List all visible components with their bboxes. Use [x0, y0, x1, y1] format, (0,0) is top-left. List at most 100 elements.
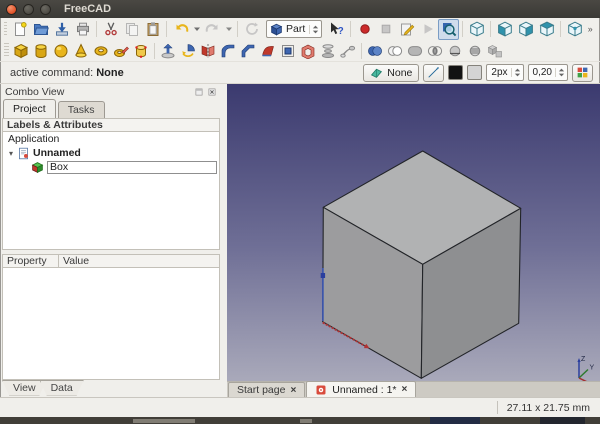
view-isometric-button[interactable]: [564, 19, 585, 40]
offset-button[interactable]: [278, 40, 298, 61]
revolve-button[interactable]: [178, 40, 198, 61]
tree-item-box[interactable]: Box: [3, 160, 219, 174]
macro-play-button[interactable]: [417, 19, 438, 40]
line-color-swatch[interactable]: [448, 65, 463, 80]
maximize-window-button[interactable]: [40, 4, 51, 15]
construction-mode-button[interactable]: [423, 64, 444, 82]
whats-this-button[interactable]: ?: [326, 19, 347, 40]
box-icon: [13, 43, 29, 59]
refresh-button[interactable]: [241, 19, 262, 40]
cross-sections-button[interactable]: [465, 40, 485, 61]
combo-view-tabs: Project Tasks: [3, 100, 107, 118]
property-editor-area[interactable]: [2, 268, 220, 380]
primitives-icon: [113, 43, 129, 59]
overflow-button[interactable]: »: [585, 19, 596, 40]
tab-data[interactable]: Data: [40, 380, 84, 396]
property-column-header[interactable]: Property: [3, 255, 59, 267]
tab-unnamed-document[interactable]: Unnamed : 1* ×: [306, 381, 416, 397]
view-fit-all-button[interactable]: [438, 19, 459, 40]
mirror-button[interactable]: [198, 40, 218, 61]
tree-item-application[interactable]: Application: [3, 132, 219, 146]
close-tab-icon[interactable]: ×: [402, 384, 408, 395]
open-button[interactable]: [30, 19, 51, 40]
working-plane-button[interactable]: None: [363, 64, 419, 82]
font-size-spinner[interactable]: 0,20: [528, 64, 568, 81]
toolbar-drag-handle[interactable]: [4, 22, 7, 37]
macro-edit-button[interactable]: [396, 19, 417, 40]
new-document-icon: [12, 21, 28, 37]
cut-button[interactable]: [100, 19, 121, 40]
fillet-button[interactable]: [218, 40, 238, 61]
dock-close-icon[interactable]: [207, 87, 217, 97]
tab-project[interactable]: Project: [3, 99, 56, 118]
view-front-button[interactable]: [494, 19, 515, 40]
thickness-icon: [300, 43, 316, 59]
print-button[interactable]: [72, 19, 93, 40]
save-button[interactable]: [51, 19, 72, 40]
ruled-surface-button[interactable]: [258, 40, 278, 61]
print-icon: [75, 21, 91, 37]
thickness-button[interactable]: [298, 40, 318, 61]
tab-start-page[interactable]: Start page ×: [228, 382, 305, 397]
redo-button[interactable]: [202, 19, 223, 40]
macro-stop-button[interactable]: [375, 19, 396, 40]
dock-header: Combo View: [0, 84, 222, 100]
tree-header: Labels & Attributes: [2, 118, 220, 132]
window-title: FreeCAD: [64, 3, 111, 15]
cylinder-button[interactable]: [31, 40, 51, 61]
sphere-button[interactable]: [51, 40, 71, 61]
tab-view[interactable]: View: [2, 380, 47, 396]
close-tab-icon[interactable]: ×: [290, 385, 296, 396]
view-right-button[interactable]: [515, 19, 536, 40]
toolbar-drag-handle[interactable]: [4, 43, 9, 58]
expander-icon[interactable]: ▾: [9, 149, 17, 158]
paste-button[interactable]: [142, 19, 163, 40]
dimension-readout: 27.11 x 21.75 mm: [507, 402, 590, 414]
tree-item-document[interactable]: ▾ Unnamed: [3, 146, 219, 160]
dropdown-caret-button[interactable]: [223, 19, 234, 40]
workbench-selected-label: Part: [286, 23, 305, 35]
3d-viewport[interactable]: Z Y X: [227, 84, 600, 381]
view-top-button[interactable]: [536, 19, 557, 40]
box-item-focus[interactable]: Box: [47, 161, 217, 174]
tab-tasks[interactable]: Tasks: [58, 101, 105, 118]
close-window-button[interactable]: [6, 4, 17, 15]
undo-button[interactable]: [170, 19, 191, 40]
primitives-button[interactable]: [111, 40, 131, 61]
toolbar-separator: [350, 21, 351, 37]
copy-button[interactable]: [121, 19, 142, 40]
common-button[interactable]: [425, 40, 445, 61]
font-size-arrows[interactable]: [555, 68, 565, 77]
section-button[interactable]: [445, 40, 465, 61]
cone-button[interactable]: [71, 40, 91, 61]
extrude-button[interactable]: [158, 40, 178, 61]
compound-button[interactable]: [485, 40, 505, 61]
macro-record-button[interactable]: [354, 19, 375, 40]
new-document-button[interactable]: [9, 19, 30, 40]
svg-text:»: »: [587, 24, 592, 34]
autogroup-button[interactable]: [572, 64, 593, 82]
shape-builder-button[interactable]: [131, 40, 151, 61]
face-color-swatch[interactable]: [467, 65, 482, 80]
loft-button[interactable]: [318, 40, 338, 61]
chamfer-button[interactable]: [238, 40, 258, 61]
tab-project-label: Project: [13, 103, 46, 115]
offset-icon: [280, 43, 296, 59]
dock-float-icon[interactable]: [194, 87, 204, 97]
dropdown-caret-button[interactable]: [191, 19, 202, 40]
value-column-header[interactable]: Value: [59, 255, 219, 267]
line-width-spinner[interactable]: 2px: [486, 64, 523, 81]
workbench-selector[interactable]: Part: [266, 20, 322, 38]
minimize-window-button[interactable]: [23, 4, 34, 15]
cut-bool-button[interactable]: [385, 40, 405, 61]
whats-this-icon: ?: [329, 21, 345, 37]
sweep-button[interactable]: [338, 40, 358, 61]
union-button[interactable]: [405, 40, 425, 61]
boolean-button[interactable]: [365, 40, 385, 61]
box-button[interactable]: [11, 40, 31, 61]
line-width-arrows[interactable]: [511, 68, 521, 77]
view-axonometric-button[interactable]: [466, 19, 487, 40]
workbench-dropdown-arrows[interactable]: [309, 25, 319, 34]
section-icon: [447, 43, 463, 59]
torus-button[interactable]: [91, 40, 111, 61]
